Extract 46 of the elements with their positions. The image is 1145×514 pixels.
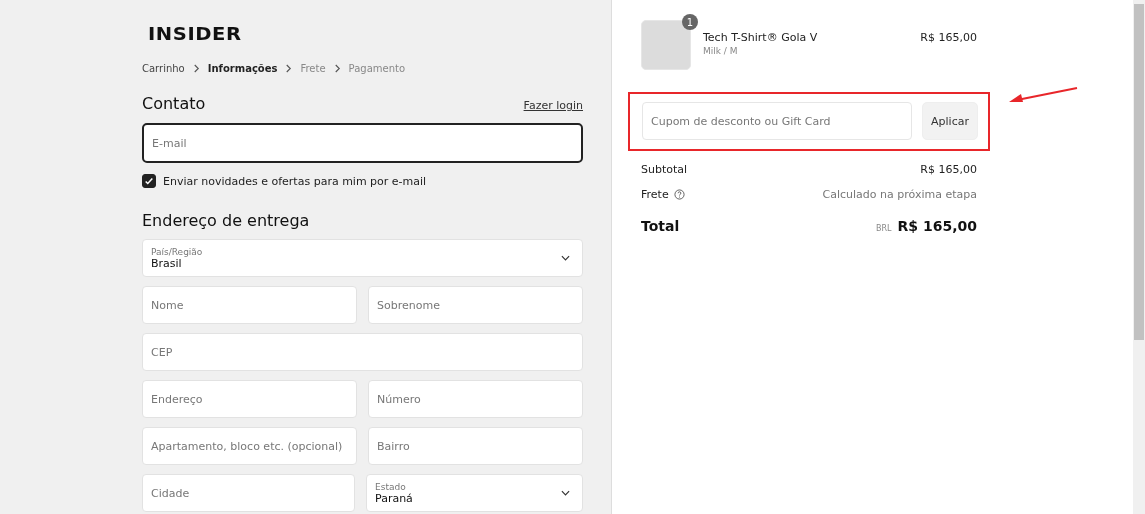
- input-field[interactable]: Bairro: [368, 427, 583, 465]
- field-value: Brasil: [151, 256, 182, 270]
- product-price: R$ 165,00: [920, 31, 977, 44]
- product-name: Tech T-Shirt® Gola V: [703, 31, 819, 44]
- quantity-badge: 1: [682, 14, 698, 30]
- scrollbar[interactable]: [1133, 0, 1145, 514]
- input-field[interactable]: Nome: [142, 286, 357, 324]
- total-amount: R$ 165,00: [897, 218, 977, 234]
- input-field[interactable]: Número: [368, 380, 583, 418]
- summary-label: Subtotal: [641, 163, 688, 176]
- checkbox-label: Enviar novidades e ofertas para mim por e-mail: [163, 174, 427, 188]
- brand-logo[interactable]: INSIDER: [148, 24, 242, 44]
- input-field[interactable]: Apartamento, bloco etc. (opcional): [142, 427, 357, 465]
- section-heading: Contato: [142, 94, 206, 113]
- input-field[interactable]: Cidade: [142, 474, 355, 512]
- chevron-down-icon: [561, 490, 570, 496]
- apply-button[interactable]: Aplicar: [922, 102, 978, 140]
- currency-code: BRL: [876, 224, 892, 233]
- field-value: Paraná: [375, 491, 413, 505]
- chevron-right-icon: [333, 64, 341, 73]
- annotation-arrow: [1009, 87, 1079, 104]
- input-field[interactable]: Endereço: [142, 380, 357, 418]
- field-label: Estado: [375, 481, 407, 492]
- select-field[interactable]: País/Região Brasil: [142, 239, 583, 277]
- chevron-right-icon: [192, 64, 200, 73]
- email-input[interactable]: E-mail: [142, 123, 583, 163]
- input-field[interactable]: CEP: [142, 333, 583, 371]
- field-label: País/Região: [151, 246, 203, 257]
- product-variant: Milk / M: [703, 46, 739, 56]
- help-icon[interactable]: [673, 189, 685, 200]
- discount-code-input[interactable]: Cupom de desconto ou Gift Card: [642, 102, 912, 140]
- checkmark-icon: [144, 176, 154, 186]
- total-label: Total: [641, 218, 680, 234]
- input-field[interactable]: Sobrenome: [368, 286, 583, 324]
- select-field[interactable]: Estado Paraná: [366, 474, 583, 512]
- summary-value: Calculado na próxima etapa: [822, 188, 977, 201]
- chevron-down-icon: [561, 255, 570, 261]
- section-heading: Endereço de entrega: [142, 211, 311, 230]
- breadcrumb-link[interactable]: Carrinho: [142, 63, 185, 74]
- checkbox[interactable]: [142, 174, 156, 188]
- login-link[interactable]: Fazer login: [523, 99, 583, 112]
- summary-value: R$ 165,00: [920, 163, 977, 176]
- scrollbar-thumb[interactable]: [1134, 4, 1144, 340]
- summary-label: Frete: [641, 188, 669, 201]
- chevron-right-icon: [285, 64, 293, 73]
- photo-placeholder: [641, 20, 691, 70]
